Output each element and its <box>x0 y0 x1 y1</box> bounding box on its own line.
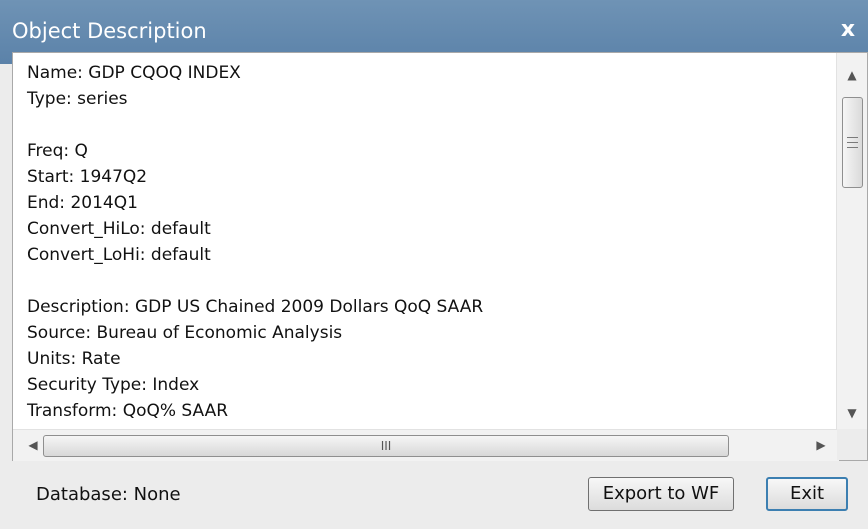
description-text-area[interactable]: Name: GDP CQOQ INDEX Type: series Freq: … <box>13 53 839 429</box>
close-icon[interactable]: x <box>836 14 860 46</box>
description-line: Freq: Q <box>27 141 88 161</box>
description-line: Type: series <box>27 89 128 109</box>
grip-icon <box>847 137 858 148</box>
scroll-up-icon[interactable]: ▲ <box>837 63 867 87</box>
scroll-right-icon[interactable]: ▶ <box>809 430 833 461</box>
vertical-scroll-thumb[interactable] <box>842 97 863 188</box>
database-label: Database: None <box>36 484 181 505</box>
window-title: Object Description <box>12 19 207 43</box>
object-description-dialog: Object Description x Name: GDP CQOQ INDE… <box>0 0 868 529</box>
scroll-down-icon[interactable]: ▼ <box>837 401 867 425</box>
description-line: Name: GDP CQOQ INDEX <box>27 63 241 83</box>
description-line: Convert_HiLo: default <box>27 219 211 239</box>
horizontal-scrollbar[interactable]: ◀ III ▶ <box>13 429 839 461</box>
description-line: Convert_LoHi: default <box>27 245 211 265</box>
vertical-scrollbar[interactable]: ▲ ▼ <box>836 53 867 429</box>
description-line: Units: Rate <box>27 349 121 369</box>
description-text-box[interactable]: Name: GDP CQOQ INDEX Type: series Freq: … <box>12 52 868 461</box>
description-line: End: 2014Q1 <box>27 193 138 213</box>
description-line: Security Type: Index <box>27 375 200 395</box>
horizontal-scroll-thumb[interactable]: III <box>43 435 729 457</box>
scroll-left-icon[interactable]: ◀ <box>21 430 45 461</box>
description-line: Description: GDP US Chained 2009 Dollars… <box>27 297 484 317</box>
description-line: Transform: QoQ% SAAR <box>27 401 229 421</box>
exit-button[interactable]: Exit <box>766 477 848 511</box>
export-to-wf-button[interactable]: Export to WF <box>588 477 734 511</box>
description-line: Source: Bureau of Economic Analysis <box>27 323 343 343</box>
scrollbar-corner <box>837 429 867 460</box>
description-line: Start: 1947Q2 <box>27 167 148 187</box>
